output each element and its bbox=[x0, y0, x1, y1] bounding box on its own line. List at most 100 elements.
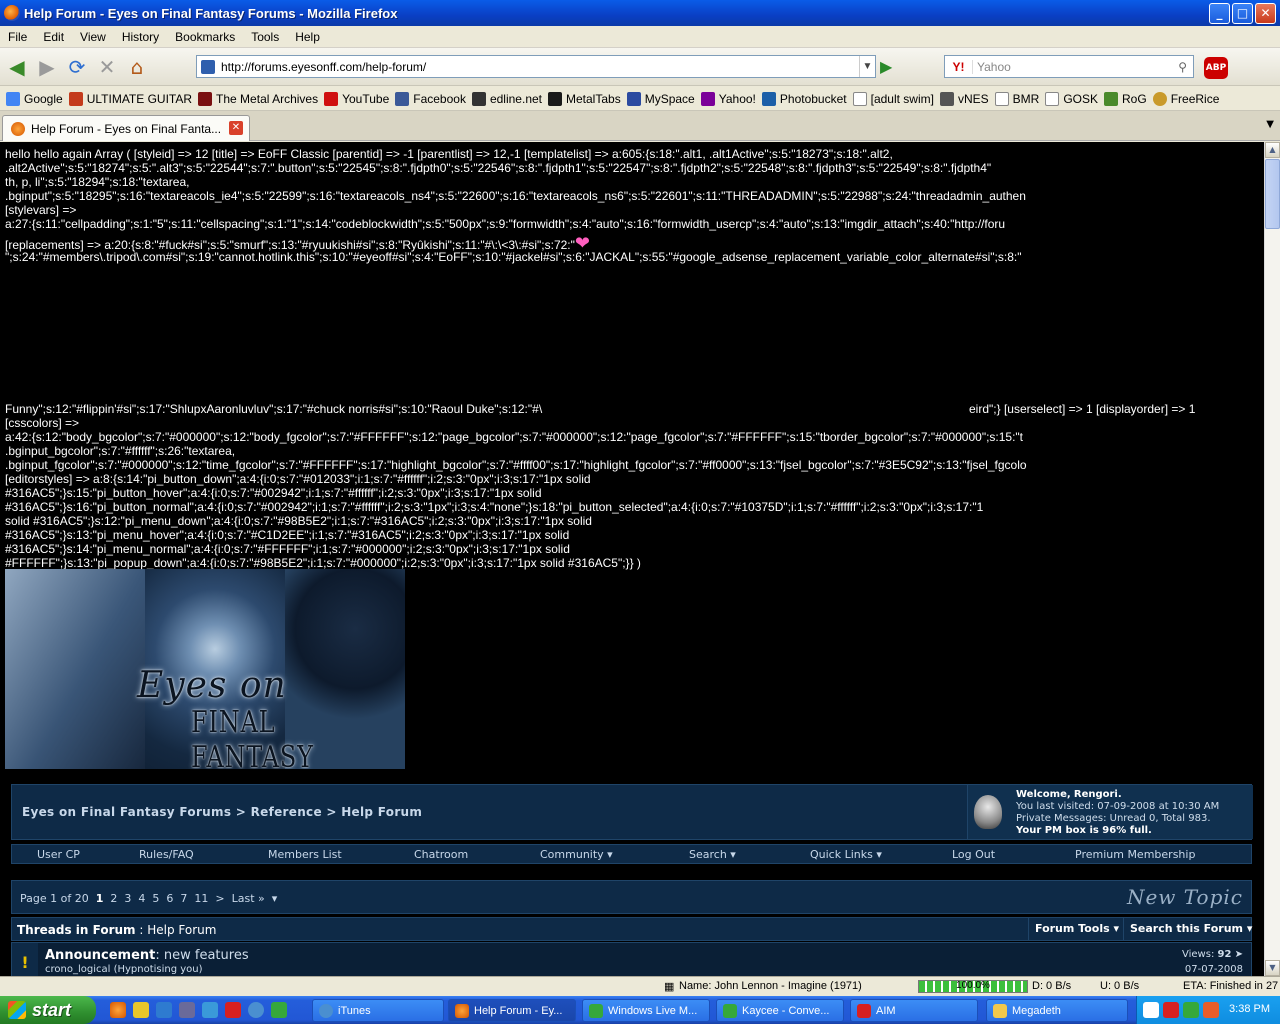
nav-log-out[interactable]: Log Out bbox=[952, 848, 995, 861]
menu-help[interactable]: Help bbox=[287, 30, 328, 44]
nav-user-cp[interactable]: User CP bbox=[37, 848, 80, 861]
bookmark-item[interactable]: ULTIMATE GUITAR bbox=[68, 91, 192, 106]
url-text[interactable]: http://forums.eyesonff.com/help-forum/ bbox=[221, 60, 426, 74]
announcement-author[interactable]: crono_logical (Hypnotising you) bbox=[45, 964, 203, 975]
scroll-thumb[interactable] bbox=[1265, 159, 1280, 229]
welcome-username[interactable]: Rengori. bbox=[1074, 789, 1122, 800]
bookmark-item[interactable]: RoG bbox=[1104, 91, 1147, 106]
breadcrumb-section[interactable]: Reference bbox=[251, 805, 322, 819]
bookmark-item[interactable]: BMR bbox=[994, 91, 1039, 106]
url-bar[interactable]: http://forums.eyesonff.com/help-forum/ ▼ bbox=[196, 55, 876, 78]
nav-chatroom[interactable]: Chatroom bbox=[414, 848, 468, 861]
bookmark-item[interactable]: Facebook bbox=[395, 91, 466, 106]
page-link[interactable]: 3 bbox=[124, 892, 131, 905]
menu-file[interactable]: File bbox=[0, 30, 35, 44]
messenger-quicklaunch-icon[interactable] bbox=[271, 1002, 287, 1018]
announcement-row[interactable]: ! Announcement: new features crono_logic… bbox=[11, 942, 1252, 976]
aim-tray-icon[interactable] bbox=[1163, 1002, 1179, 1018]
sun-quicklaunch-icon[interactable] bbox=[133, 1002, 149, 1018]
task-itunes[interactable]: iTunes bbox=[312, 999, 444, 1022]
bookmark-item[interactable]: YouTube bbox=[324, 91, 389, 106]
minimize-button[interactable]: _ bbox=[1209, 2, 1230, 24]
start-button[interactable]: start bbox=[0, 996, 96, 1024]
nav-quick-links[interactable]: Quick Links ▾ bbox=[810, 848, 882, 861]
bookmark-item[interactable]: FreeRice bbox=[1152, 91, 1219, 106]
bookmark-item[interactable]: vNES bbox=[939, 91, 989, 106]
bookmark-item[interactable]: The Metal Archives bbox=[198, 91, 318, 106]
page-count: Page 1 of 20 bbox=[20, 892, 89, 905]
firefox-quicklaunch-icon[interactable] bbox=[110, 1002, 126, 1018]
breadcrumb-root[interactable]: Eyes on Final Fantasy Forums bbox=[22, 805, 231, 819]
adblock-icon[interactable]: ABP bbox=[1204, 57, 1228, 79]
bookmark-item[interactable]: MetalTabs bbox=[548, 91, 621, 106]
tab-help-forum[interactable]: Help Forum - Eyes on Final Fanta... ✕ bbox=[2, 115, 250, 141]
page-link[interactable]: 7 bbox=[180, 892, 187, 905]
task-megadeth-folder[interactable]: Megadeth bbox=[986, 999, 1128, 1022]
search-engine-icon[interactable]: Y! bbox=[945, 59, 973, 74]
media-quicklaunch-icon[interactable] bbox=[179, 1002, 195, 1018]
bookmark-item[interactable]: Photobucket bbox=[761, 91, 847, 106]
network-tray-icon[interactable] bbox=[1203, 1002, 1219, 1018]
bookmark-item[interactable]: MySpace bbox=[626, 91, 695, 106]
bookmark-item[interactable]: edline.net bbox=[471, 91, 542, 106]
forum-tools-menu[interactable]: Forum Tools ▾ bbox=[1028, 918, 1125, 940]
page-link[interactable]: 4 bbox=[138, 892, 145, 905]
new-topic-button[interactable]: New Topic bbox=[1127, 885, 1243, 909]
page-link[interactable]: 2 bbox=[110, 892, 117, 905]
url-dropdown-icon[interactable]: ▼ bbox=[859, 56, 875, 77]
tab-close-icon[interactable]: ✕ bbox=[229, 121, 243, 135]
home-icon[interactable]: ⌂ bbox=[124, 54, 150, 80]
search-icon[interactable]: ⚲ bbox=[1178, 60, 1187, 74]
private-messages-link[interactable]: Private Messages: Unread 0, Total 983. bbox=[1016, 813, 1211, 824]
search-forum-menu[interactable]: Search this Forum ▾ bbox=[1123, 918, 1258, 940]
scroll-down-icon[interactable]: ▼ bbox=[1265, 960, 1280, 976]
menu-view[interactable]: View bbox=[72, 30, 114, 44]
itunes-quicklaunch-icon[interactable] bbox=[248, 1002, 264, 1018]
maximize-button[interactable]: □ bbox=[1232, 2, 1253, 24]
task-aim[interactable]: AIM bbox=[850, 999, 978, 1022]
bookmark-item[interactable]: [adult swim] bbox=[852, 91, 934, 106]
menu-tools[interactable]: Tools bbox=[243, 30, 287, 44]
word-quicklaunch-icon[interactable] bbox=[202, 1002, 218, 1018]
tray-icon[interactable] bbox=[1143, 1002, 1159, 1018]
page-next[interactable]: > bbox=[215, 892, 224, 905]
nav-search[interactable]: Search ▾ bbox=[689, 848, 736, 861]
forward-icon[interactable]: ▶ bbox=[34, 54, 60, 80]
nav-community[interactable]: Community ▾ bbox=[540, 848, 613, 861]
announcement-arrow-icon[interactable]: ➤ bbox=[1235, 949, 1243, 960]
back-icon[interactable]: ◀ bbox=[4, 54, 30, 80]
vertical-scrollbar[interactable]: ▲ ▼ bbox=[1264, 142, 1280, 976]
page-last[interactable]: Last » bbox=[232, 892, 265, 905]
go-icon[interactable]: ▶ bbox=[880, 57, 892, 76]
tab-list-icon[interactable]: ▼ bbox=[1266, 119, 1274, 130]
menu-edit[interactable]: Edit bbox=[35, 30, 72, 44]
scroll-up-icon[interactable]: ▲ bbox=[1265, 142, 1280, 158]
search-box[interactable]: Y! Yahoo ⚲ bbox=[944, 55, 1194, 78]
clock[interactable]: 3:38 PM bbox=[1229, 1003, 1270, 1015]
stop-icon[interactable]: ✕ bbox=[94, 54, 120, 80]
search-input[interactable]: Yahoo bbox=[977, 60, 1011, 74]
messenger-tray-icon[interactable] bbox=[1183, 1002, 1199, 1018]
menu-bookmarks[interactable]: Bookmarks bbox=[167, 30, 243, 44]
forum-banner[interactable]: Eyes on FINAL FANTASY bbox=[5, 569, 405, 769]
bookmark-item[interactable]: Google bbox=[6, 91, 63, 106]
reload-icon[interactable]: ⟳ bbox=[64, 54, 90, 80]
task-windows-live[interactable]: Windows Live M... bbox=[582, 999, 710, 1022]
nav-rules-faq[interactable]: Rules/FAQ bbox=[139, 848, 194, 861]
announcement-title[interactable]: Announcement: new features bbox=[45, 948, 249, 963]
task-conversation[interactable]: Kaycee - Conve... bbox=[716, 999, 844, 1022]
menu-history[interactable]: History bbox=[114, 30, 167, 44]
nav-premium-membership[interactable]: Premium Membership bbox=[1075, 848, 1195, 861]
page-jump-dropdown-icon[interactable]: ▾ bbox=[272, 892, 278, 905]
explorer-quicklaunch-icon[interactable] bbox=[156, 1002, 172, 1018]
breadcrumb-current[interactable]: Help Forum bbox=[341, 805, 422, 819]
close-button[interactable]: ✕ bbox=[1255, 2, 1276, 24]
bookmark-item[interactable]: Yahoo! bbox=[700, 91, 756, 106]
task-firefox[interactable]: Help Forum - Ey... bbox=[448, 999, 576, 1022]
bookmark-item[interactable]: GOSK bbox=[1045, 91, 1098, 106]
aim-quicklaunch-icon[interactable] bbox=[225, 1002, 241, 1018]
page-link[interactable]: 11 bbox=[194, 892, 208, 905]
page-link[interactable]: 6 bbox=[166, 892, 173, 905]
page-link[interactable]: 5 bbox=[152, 892, 159, 905]
nav-members-list[interactable]: Members List bbox=[268, 848, 342, 861]
